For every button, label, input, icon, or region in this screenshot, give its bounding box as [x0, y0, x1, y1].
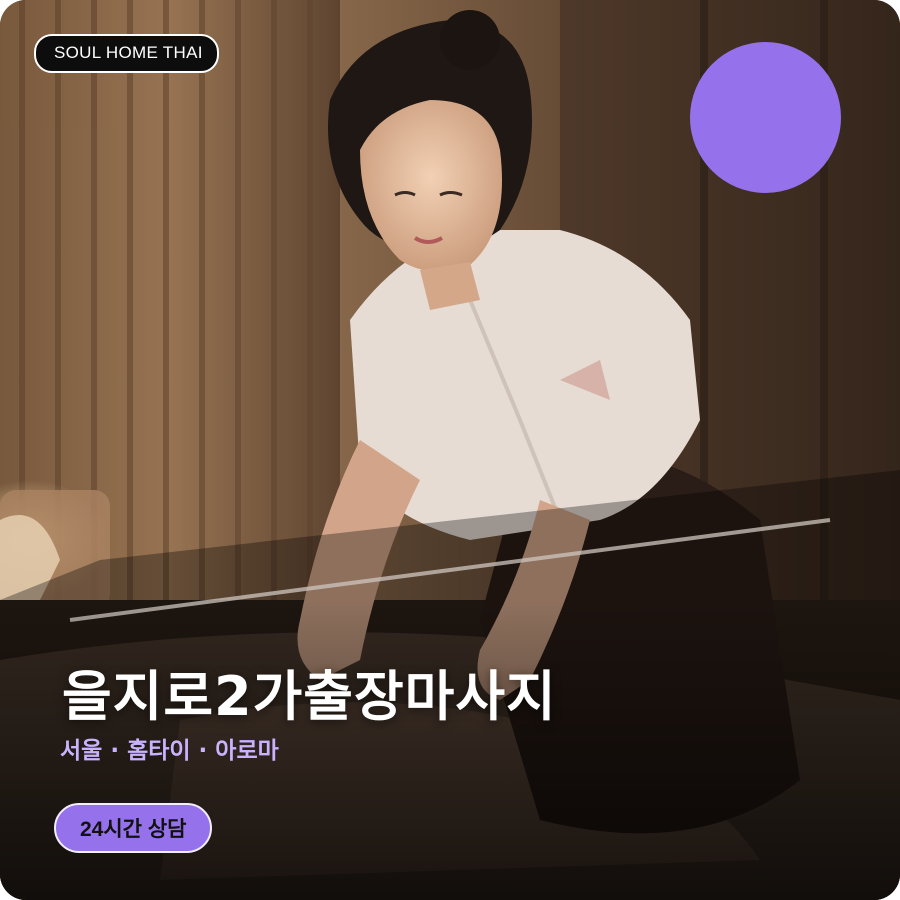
accent-circle: [690, 42, 841, 193]
promo-card: SOUL HOME THAI 을지로2가출장마사지 서울 · 홈타이 · 아로마…: [0, 0, 900, 900]
subtitle-tags: 서울 · 홈타이 · 아로마: [60, 738, 279, 764]
brand-badge: SOUL HOME THAI: [34, 34, 219, 73]
consult-button[interactable]: 24시간 상담: [54, 803, 213, 853]
page-title: 을지로2가출장마사지: [62, 665, 557, 728]
